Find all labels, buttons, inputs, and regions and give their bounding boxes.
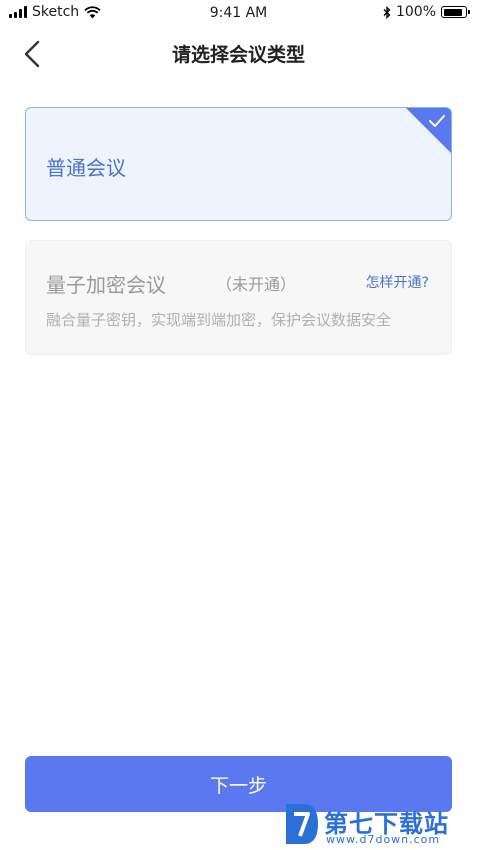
option-title: 普通会议	[46, 156, 126, 180]
battery-percent: 100%	[395, 4, 436, 20]
battery-icon	[441, 6, 470, 18]
how-to-enable-link[interactable]: 怎样开通?	[366, 272, 429, 292]
page-title: 请选择会议类型	[171, 44, 305, 66]
watermark-url: www.d7down.com	[326, 833, 441, 846]
option-status: （未开通）	[216, 275, 297, 294]
option-normal-meeting[interactable]: 普通会议	[25, 107, 452, 221]
status-bar: Sketch 9:41 AM 100%	[0, 0, 477, 28]
option-description: 融合量子密钥，实现端到端加密，保护会议数据安全	[46, 311, 392, 329]
watermark: 第七下载站 www.d7down.com	[282, 800, 472, 850]
status-right: 100%	[383, 4, 470, 20]
d7-logo-icon	[286, 804, 318, 844]
bluetooth-icon	[383, 5, 391, 19]
nav-bar: 请选择会议类型	[0, 28, 477, 80]
option-quantum-meeting[interactable]: 量子加密会议 （未开通） 怎样开通? 融合量子密钥，实现端到端加密，保护会议数据…	[25, 240, 452, 355]
option-title: 量子加密会议	[46, 273, 166, 297]
battery-fill	[443, 8, 462, 16]
check-corner-icon	[406, 108, 451, 153]
